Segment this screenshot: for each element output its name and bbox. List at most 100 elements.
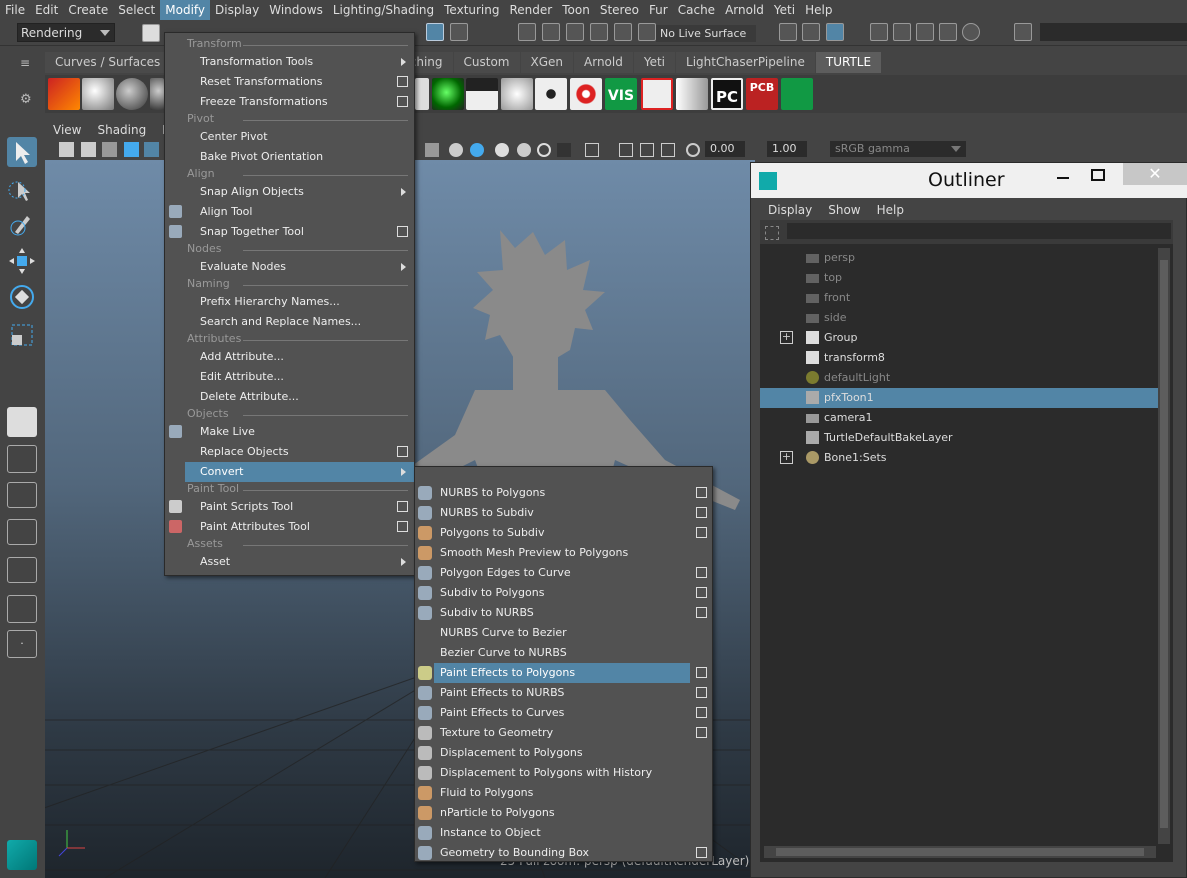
scale-tool-icon[interactable] — [7, 320, 37, 350]
convert-item-smooth-mesh-preview-to-polygons[interactable]: Smooth Mesh Preview to Polygons — [434, 543, 690, 563]
menu-cache[interactable]: Cache — [673, 0, 720, 20]
shelf-pc-icon[interactable]: PC — [711, 78, 743, 110]
shelf-tab-xgen[interactable]: XGen — [520, 52, 574, 73]
option-box-icon[interactable] — [397, 226, 408, 237]
outliner-item-defaultlight[interactable]: defaultLight — [760, 368, 1158, 388]
convert-item-nparticle-to-polygons[interactable]: nParticle to Polygons — [434, 803, 690, 823]
exposure-icon[interactable] — [686, 143, 700, 157]
shelf-tab-turtle[interactable]: TURTLE — [815, 52, 882, 73]
menu-item-add-attribute[interactable]: Add Attribute... — [185, 347, 414, 367]
gamma-field[interactable]: 1.00 — [767, 141, 807, 157]
render-view-icon[interactable] — [826, 23, 844, 41]
render-settings-icon[interactable] — [893, 23, 911, 41]
outliner-item-front[interactable]: front — [760, 288, 1158, 308]
expand-icon[interactable]: + — [780, 331, 793, 344]
shelf-tab-arnold[interactable]: Arnold — [574, 52, 633, 73]
menu-item-delete-attribute[interactable]: Delete Attribute... — [185, 387, 414, 407]
menuset-dropdown[interactable]: Rendering — [17, 23, 115, 42]
snap-curve-icon[interactable] — [542, 23, 560, 41]
menu-item-bake-pivot-orientation[interactable]: Bake Pivot Orientation — [185, 147, 414, 167]
snap-point-icon[interactable] — [566, 23, 584, 41]
convert-item-fluid-to-polygons[interactable]: Fluid to Polygons — [434, 783, 690, 803]
option-box-icon[interactable] — [696, 707, 707, 718]
side-pane-layout-icon[interactable] — [7, 482, 37, 508]
hscrollbar-thumb[interactable] — [776, 848, 1144, 856]
shelf-turtle-light-icon[interactable] — [432, 78, 464, 110]
xray-joints-icon[interactable] — [619, 143, 633, 157]
shelf-turtle-c-icon[interactable] — [501, 78, 533, 110]
shelf-menu-icon[interactable]: ≡ — [20, 56, 34, 70]
menu-edit[interactable]: Edit — [30, 0, 63, 20]
maximize-icon[interactable] — [1091, 169, 1105, 181]
option-box-icon[interactable] — [696, 847, 707, 858]
menu-file[interactable]: File — [0, 0, 30, 20]
shelf-turtle-b-icon[interactable] — [466, 78, 498, 110]
menu-create[interactable]: Create — [63, 0, 113, 20]
light-editor-icon[interactable] — [962, 23, 980, 41]
xray-active-icon[interactable] — [640, 143, 654, 157]
menu-item-convert[interactable]: Convert — [185, 462, 414, 482]
single-pane-layout-icon[interactable] — [7, 407, 37, 437]
menu-item-prefix-hierarchy-names[interactable]: Prefix Hierarchy Names... — [185, 292, 414, 312]
shelf-pcb-icon[interactable]: PCB — [746, 78, 778, 110]
outliner-pane-layout-icon[interactable] — [7, 519, 37, 545]
lasso-tool-icon[interactable] — [7, 174, 37, 204]
option-box-icon[interactable] — [696, 527, 707, 538]
snap-grid-icon[interactable] — [518, 23, 536, 41]
menu-item-search-and-replace-names[interactable]: Search and Replace Names... — [185, 312, 414, 332]
convert-item-bezier-curve-to-nurbs[interactable]: Bezier Curve to NURBS — [434, 643, 690, 663]
expand-icon[interactable]: + — [780, 451, 793, 464]
scrollbar-thumb[interactable] — [1160, 260, 1168, 828]
option-box-icon[interactable] — [397, 521, 408, 532]
shadows-icon[interactable] — [449, 143, 463, 157]
motion-blur-icon[interactable] — [495, 143, 509, 157]
color-space-dropdown[interactable]: sRGB gamma — [830, 141, 966, 157]
snap-view-icon[interactable] — [590, 23, 608, 41]
exposure-field[interactable]: 0.00 — [705, 141, 745, 157]
menu-stereo[interactable]: Stereo — [595, 0, 644, 20]
shelf-turtle-e-icon[interactable] — [570, 78, 602, 110]
select-by-component-icon[interactable] — [426, 23, 444, 41]
convert-item-paint-effects-to-curves[interactable]: Paint Effects to Curves — [434, 703, 690, 723]
menu-item-replace-objects[interactable]: Replace Objects — [185, 442, 414, 462]
option-box-icon[interactable] — [696, 727, 707, 738]
menu-item-asset[interactable]: Asset — [185, 552, 414, 572]
render-sequence-icon[interactable] — [939, 23, 957, 41]
convert-item-polygon-edges-to-curve[interactable]: Polygon Edges to Curve — [434, 563, 690, 583]
menu-item-freeze-transformations[interactable]: Freeze Transformations — [185, 92, 414, 112]
snap-surface-icon[interactable] — [614, 23, 632, 41]
ambient-occlusion-icon[interactable] — [470, 143, 484, 157]
option-box-icon[interactable] — [696, 587, 707, 598]
shelf-turtle-h-icon[interactable] — [781, 78, 813, 110]
outliner-menu-display[interactable]: Display — [760, 203, 820, 217]
2d-pan-icon[interactable] — [144, 142, 159, 157]
option-box-icon[interactable] — [696, 567, 707, 578]
menu-item-center-pivot[interactable]: Center Pivot — [185, 127, 414, 147]
convert-item-displacement-to-polygons-with-history[interactable]: Displacement to Polygons with History — [434, 763, 690, 783]
shelf-vis-icon[interactable]: VIS — [605, 78, 637, 110]
camera-select-icon[interactable] — [59, 142, 74, 157]
menu-item-transformation-tools[interactable]: Transformation Tools — [185, 52, 414, 72]
menu-help[interactable]: Help — [800, 0, 837, 20]
ipr-icon[interactable] — [870, 23, 888, 41]
outliner-item-persp[interactable]: persp — [760, 248, 1158, 268]
convert-item-texture-to-geometry[interactable]: Texture to Geometry — [434, 723, 690, 743]
more-layouts-icon[interactable]: · — [7, 630, 37, 658]
menu-toon[interactable]: Toon — [557, 0, 595, 20]
outliner-menu-show[interactable]: Show — [820, 203, 868, 217]
option-box-icon[interactable] — [397, 96, 408, 107]
shelf-sphere-icon[interactable] — [116, 78, 148, 110]
render-frame-icon[interactable] — [802, 23, 820, 41]
construction-history-icon[interactable] — [779, 23, 797, 41]
convert-item-paint-effects-to-polygons[interactable]: Paint Effects to Polygons — [434, 663, 690, 683]
shelf-tab-yeti[interactable]: Yeti — [633, 52, 676, 73]
outliner-item-group[interactable]: + Group — [760, 328, 1158, 348]
menu-item-make-live[interactable]: Make Live — [169, 422, 414, 442]
convert-item-polygons-to-subdiv[interactable]: Polygons to Subdiv — [434, 523, 690, 543]
shelf-tab-curves-surfaces[interactable]: Curves / Surfaces — [45, 52, 171, 73]
outliner-search-input[interactable] — [787, 223, 1171, 239]
shelf-turtle-d-icon[interactable] — [535, 78, 567, 110]
shelf-tab-lightchaserpipeline[interactable]: LightChaserPipeline — [676, 52, 815, 73]
toggle-sidebar-icon[interactable] — [1014, 23, 1032, 41]
menu-modify[interactable]: Modify — [160, 0, 211, 20]
